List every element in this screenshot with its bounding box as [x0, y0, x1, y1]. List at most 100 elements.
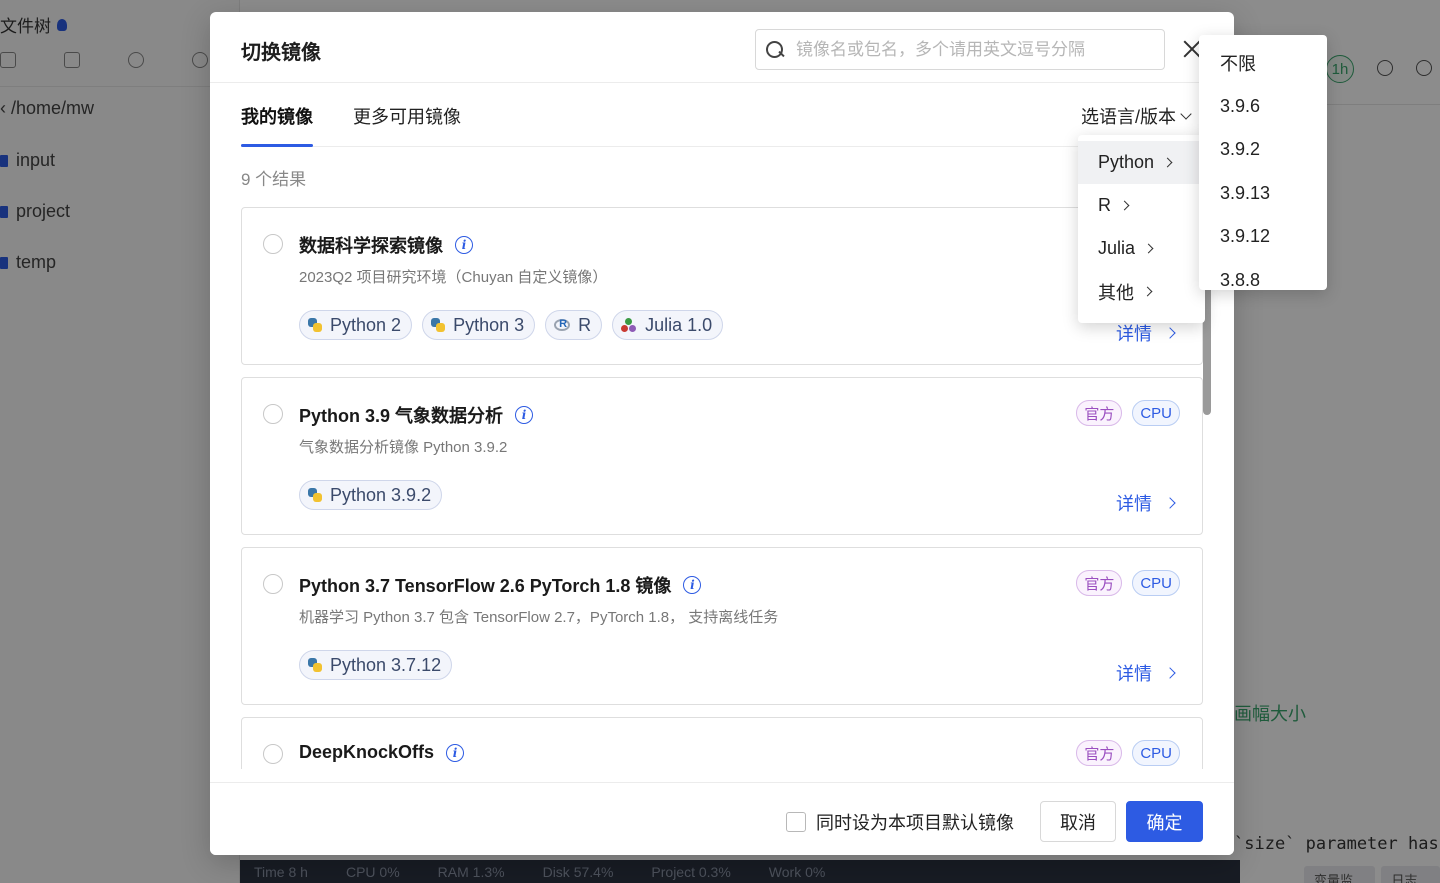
image-tabs: 我的镜像 更多可用镜像 选语言/版本	[241, 83, 1201, 147]
chip-label: Python 3.7.12	[330, 654, 442, 675]
r-icon	[554, 318, 571, 331]
language-option-label: 其他	[1098, 282, 1134, 303]
chevron-right-icon	[1164, 497, 1176, 509]
language-version-label: 选语言/版本	[1081, 107, 1177, 127]
chip-label: Python 3.9.2	[330, 484, 432, 505]
language-option-label: Julia	[1098, 238, 1136, 258]
details-link[interactable]: 详情	[1116, 320, 1176, 346]
info-icon[interactable]: i	[455, 236, 473, 254]
language-version-select[interactable]: 选语言/版本	[1081, 103, 1192, 129]
image-card[interactable]: DeepKnockOffs i 官方 CPU	[241, 717, 1203, 769]
select-radio[interactable]	[263, 404, 283, 424]
official-badge: 官方	[1076, 570, 1123, 596]
image-name-text: Python 3.9 气象数据分析	[299, 406, 504, 426]
image-card[interactable]: Python 3.9 气象数据分析 i 气象数据分析镜像 Python 3.9.…	[241, 377, 1203, 535]
image-name: 数据科学探索镜像 i	[299, 232, 473, 258]
set-default-label: 同时设为本项目默认镜像	[816, 813, 1014, 833]
info-icon[interactable]: i	[446, 743, 465, 762]
modal-footer: 同时设为本项目默认镜像 取消 确定	[210, 782, 1234, 855]
version-option[interactable]: 3.9.12	[1199, 215, 1327, 259]
version-option[interactable]: 3.9.6	[1199, 85, 1327, 129]
cpu-badge: CPU	[1132, 400, 1180, 426]
details-label: 详情	[1116, 324, 1152, 344]
language-dropdown: Python R Julia 其他	[1078, 135, 1205, 323]
confirm-button[interactable]: 确定	[1126, 801, 1203, 842]
chip-label: Python 3	[453, 314, 525, 335]
active-tab-indicator	[241, 144, 313, 147]
language-chip: R	[545, 310, 603, 340]
language-option-julia[interactable]: Julia	[1078, 227, 1205, 270]
details-link[interactable]: 详情	[1116, 490, 1176, 516]
official-badge: 官方	[1076, 740, 1123, 766]
language-chips: Python 3.9.2	[299, 480, 443, 510]
select-radio[interactable]	[263, 744, 283, 764]
tab-my-images[interactable]: 我的镜像	[241, 103, 313, 129]
result-count: 9 个结果	[241, 170, 307, 189]
python-icon	[308, 488, 322, 502]
image-badges: 官方 CPU	[1076, 570, 1180, 596]
julia-icon	[621, 318, 637, 332]
image-badges: 官方 CPU	[1076, 740, 1180, 766]
language-option-label: R	[1098, 195, 1111, 215]
language-option-python[interactable]: Python	[1078, 141, 1205, 184]
python-icon	[431, 318, 446, 332]
chevron-right-icon	[1164, 667, 1176, 679]
chevron-right-icon	[1119, 200, 1130, 211]
set-default-option[interactable]: 同时设为本项目默认镜像	[786, 809, 1014, 835]
official-badge: 官方	[1076, 400, 1123, 426]
chip-label: Julia 1.0	[645, 314, 713, 335]
chip-label: R	[578, 314, 592, 335]
image-list: 数据科学探索镜像 i 2023Q2 项目研究环境（Chuyan 自定义镜像） P…	[241, 207, 1203, 769]
image-description: 机器学习 Python 3.7 包含 TensorFlow 2.7，PyTorc…	[299, 609, 779, 626]
chevron-down-icon	[1180, 108, 1192, 120]
cancel-button[interactable]: 取消	[1040, 801, 1116, 842]
cpu-badge: CPU	[1132, 570, 1180, 596]
image-name-text: DeepKnockOffs	[299, 742, 435, 762]
language-chip: Python 3.7.12	[299, 650, 453, 680]
version-option[interactable]: 3.9.13	[1199, 172, 1327, 216]
info-icon[interactable]: i	[515, 406, 534, 424]
version-option[interactable]: 3.9.2	[1199, 128, 1327, 172]
select-radio[interactable]	[263, 234, 283, 254]
chip-label: Python 2	[330, 314, 402, 335]
version-dropdown: 不限 3.9.6 3.9.2 3.9.13 3.9.12 3.8.8	[1199, 35, 1327, 290]
language-option-other[interactable]: 其他	[1078, 270, 1205, 313]
chevron-right-icon	[1143, 243, 1154, 254]
chevron-right-icon	[1164, 327, 1176, 339]
select-radio[interactable]	[263, 574, 283, 594]
chevron-right-icon	[1142, 286, 1153, 297]
language-chip: Python 3	[422, 310, 536, 340]
image-name: Python 3.9 气象数据分析 i	[299, 402, 534, 428]
language-chip: Python 3.9.2	[299, 480, 443, 510]
image-name-text: Python 3.7 TensorFlow 2.6 PyTorch 1.8 镜像	[299, 576, 672, 596]
modal-header: 切换镜像	[210, 12, 1234, 83]
version-option[interactable]: 不限	[1199, 41, 1327, 85]
language-chip: Julia 1.0	[612, 310, 724, 340]
language-chips: Python 2 Python 3 R Julia 1.0	[299, 310, 724, 340]
search-icon	[766, 40, 784, 59]
image-description: 气象数据分析镜像 Python 3.9.2	[299, 439, 508, 456]
image-card[interactable]: Python 3.7 TensorFlow 2.6 PyTorch 1.8 镜像…	[241, 547, 1203, 705]
tab-more-images[interactable]: 更多可用镜像	[353, 103, 461, 129]
details-link[interactable]: 详情	[1116, 660, 1176, 686]
python-icon	[308, 318, 322, 332]
language-chip: Python 2	[299, 310, 413, 340]
modal-title: 切换镜像	[241, 42, 321, 64]
search-input[interactable]	[796, 39, 1136, 60]
image-card[interactable]: 数据科学探索镜像 i 2023Q2 项目研究环境（Chuyan 自定义镜像） P…	[241, 207, 1203, 365]
image-description: 2023Q2 项目研究环境（Chuyan 自定义镜像）	[299, 269, 608, 286]
info-icon[interactable]: i	[683, 576, 702, 594]
set-default-checkbox[interactable]	[786, 812, 806, 832]
details-label: 详情	[1116, 664, 1152, 684]
chevron-right-icon	[1162, 157, 1173, 168]
language-chips: Python 3.7.12	[299, 650, 453, 680]
python-icon	[308, 658, 322, 672]
image-badges: 官方 CPU	[1076, 400, 1180, 426]
version-option[interactable]: 3.8.8	[1199, 259, 1327, 291]
details-label: 详情	[1116, 494, 1152, 514]
image-name-text: 数据科学探索镜像	[299, 236, 443, 256]
image-name: DeepKnockOffs i	[299, 742, 465, 763]
language-option-r[interactable]: R	[1078, 184, 1205, 227]
cpu-badge: CPU	[1132, 740, 1180, 766]
search-box[interactable]	[755, 29, 1165, 70]
